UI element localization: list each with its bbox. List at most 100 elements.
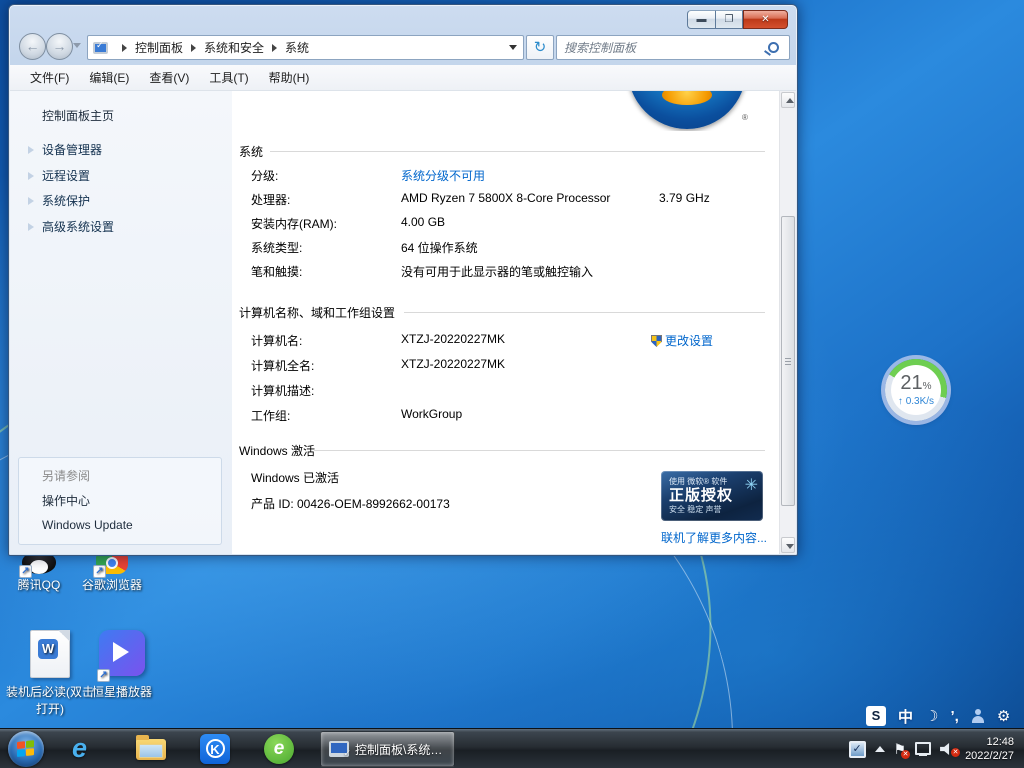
scroll-down-button[interactable] bbox=[781, 537, 795, 553]
badge-line3: 安全 稳定 声誉 bbox=[669, 504, 755, 515]
menu-file[interactable]: 文件(F) bbox=[20, 66, 79, 89]
desktop-icon-player[interactable]: ↗ 恒星播放器 bbox=[88, 630, 156, 700]
badge-line2: 正版授权 bbox=[669, 487, 755, 504]
section-divider bbox=[404, 312, 765, 313]
breadcrumb-separator-icon bbox=[191, 44, 196, 52]
genuine-software-badge[interactable]: 使用 微软® 软件 正版授权 安全 稳定 声誉 ✳ bbox=[661, 471, 763, 521]
task-bullet-icon bbox=[28, 223, 34, 231]
sidebar-item-system-protection[interactable]: 系统保护 bbox=[42, 192, 90, 209]
history-dropdown-icon[interactable] bbox=[73, 43, 81, 48]
breadcrumb-system-security[interactable]: 系统和安全 bbox=[204, 39, 264, 56]
row-label-description: 计算机描述: bbox=[251, 382, 314, 399]
sidebar-item-advanced-settings[interactable]: 高级系统设置 bbox=[42, 218, 114, 235]
search-icon[interactable] bbox=[768, 42, 779, 53]
taskbar-360-browser-icon[interactable]: e bbox=[264, 734, 294, 764]
task-bullet-icon bbox=[28, 146, 34, 154]
error-badge-icon: ✕ bbox=[901, 750, 910, 759]
system-window-icon bbox=[329, 741, 349, 757]
close-button[interactable]: ✕ bbox=[743, 10, 788, 29]
scroll-up-button[interactable] bbox=[781, 92, 795, 108]
breadcrumb-separator-icon bbox=[272, 44, 277, 52]
ime-punctuation-icon[interactable]: ’, bbox=[950, 708, 958, 725]
trademark-symbol: ® bbox=[742, 113, 748, 122]
processor-speed: 3.79 GHz bbox=[659, 191, 710, 205]
breadcrumb-control-panel[interactable]: 控制面板 bbox=[135, 39, 183, 56]
start-button[interactable] bbox=[8, 731, 44, 767]
taskbar-clock[interactable]: 12:48 2022/2/27 bbox=[965, 735, 1020, 763]
sidebar-item-control-panel-home[interactable]: 控制面板主页 bbox=[42, 107, 114, 124]
minimize-button[interactable]: ▬ bbox=[687, 10, 716, 29]
desktop: ↗ 腾讯QQ ↗ 谷歌浏览器 W 装机后必读(双击打开) ↗ 恒星播放器 21%… bbox=[0, 0, 1024, 768]
desktop-icon-readme[interactable]: W 装机后必读(双击打开) bbox=[6, 630, 94, 717]
menu-tools[interactable]: 工具(T) bbox=[199, 66, 258, 89]
section-divider bbox=[314, 450, 765, 451]
menu-edit[interactable]: 编辑(E) bbox=[79, 66, 139, 89]
taskbar-active-window-button[interactable]: 控制面板\系统和... bbox=[320, 731, 455, 767]
menu-view[interactable]: 查看(V) bbox=[139, 66, 199, 89]
sidebar-item-remote-settings[interactable]: 远程设置 bbox=[42, 167, 90, 184]
sidebar-item-device-manager[interactable]: 设备管理器 bbox=[42, 141, 102, 158]
active-window-title: 控制面板\系统和... bbox=[355, 741, 446, 758]
memory-percent: 21% bbox=[900, 374, 931, 396]
menu-bar: 文件(F) 编辑(E) 查看(V) 工具(T) 帮助(H) bbox=[10, 65, 796, 91]
row-label-full-name: 计算机全名: bbox=[251, 357, 314, 374]
learn-more-link[interactable]: 联机了解更多内容... bbox=[661, 529, 767, 546]
refresh-button[interactable]: ↻ bbox=[526, 35, 554, 60]
section-title-activation: Windows 激活 bbox=[239, 442, 315, 459]
breadcrumb-system[interactable]: 系统 bbox=[285, 39, 309, 56]
workgroup-value: WorkGroup bbox=[401, 407, 462, 421]
search-box[interactable]: 搜索控制面板 bbox=[556, 35, 790, 60]
ime-settings-gear-icon[interactable]: ⚙ bbox=[997, 707, 1010, 725]
row-label-processor: 处理器: bbox=[251, 191, 290, 208]
upload-speed: ↑ 0.3K/s bbox=[898, 396, 934, 407]
clock-date: 2022/2/27 bbox=[965, 749, 1014, 763]
vertical-scrollbar[interactable] bbox=[779, 91, 796, 554]
sidebar-item-action-center[interactable]: 操作中心 bbox=[42, 492, 90, 509]
ime-toolbar[interactable]: S 中 ☽ ’, ⚙ bbox=[866, 703, 1010, 729]
computer-name-value: XTZJ-20220227MK bbox=[401, 332, 505, 346]
change-settings-link[interactable]: 更改设置 bbox=[651, 332, 713, 349]
ime-account-icon[interactable] bbox=[971, 709, 985, 723]
row-label-pen-touch: 笔和触摸: bbox=[251, 263, 302, 280]
taskbar-k-app-icon[interactable]: K bbox=[200, 734, 230, 764]
up-arrow-icon: ↑ bbox=[898, 396, 903, 407]
task-bullet-icon bbox=[28, 172, 34, 180]
genuine-star-icon: ✳ bbox=[745, 475, 758, 495]
desktop-icon-label: 谷歌浏览器 bbox=[72, 576, 152, 593]
ime-fullwidth-moon-icon[interactable]: ☽ bbox=[925, 707, 938, 725]
forward-button[interactable]: → bbox=[46, 33, 73, 60]
sidebar-item-windows-update[interactable]: Windows Update bbox=[42, 518, 133, 532]
search-placeholder: 搜索控制面板 bbox=[557, 39, 768, 56]
clock-time: 12:48 bbox=[965, 735, 1014, 749]
ime-chinese-mode-icon[interactable]: 中 bbox=[898, 706, 913, 727]
desktop-icon-label: 恒星播放器 bbox=[88, 683, 156, 700]
menu-help[interactable]: 帮助(H) bbox=[259, 66, 320, 89]
volume-muted-icon[interactable]: ✕ bbox=[940, 742, 956, 756]
task-bullet-icon bbox=[28, 197, 34, 205]
show-hidden-icons-button[interactable] bbox=[875, 746, 885, 752]
ime-logo-icon[interactable]: S bbox=[866, 706, 886, 726]
scroll-thumb[interactable] bbox=[781, 216, 795, 506]
address-dropdown-icon[interactable] bbox=[509, 45, 517, 50]
section-title-system: 系统 bbox=[239, 143, 263, 160]
action-center-flag-icon[interactable]: ⚑✕ bbox=[894, 741, 907, 758]
back-button[interactable]: ← bbox=[19, 33, 46, 60]
taskbar-explorer-icon[interactable] bbox=[136, 734, 166, 764]
address-bar[interactable]: 控制面板 系统和安全 系统 bbox=[87, 35, 524, 60]
folder-icon bbox=[136, 739, 166, 760]
desktop-icon-qq[interactable]: ↗ 腾讯QQ bbox=[8, 552, 70, 593]
tray-app-icon[interactable] bbox=[849, 741, 866, 758]
network-icon[interactable] bbox=[915, 742, 931, 756]
row-label-workgroup: 工作组: bbox=[251, 407, 290, 424]
taskbar-ie-icon[interactable]: e bbox=[72, 734, 102, 764]
window-body: 控制面板主页 设备管理器 远程设置 系统保护 高级系统设置 另请参阅 操作中心 … bbox=[10, 91, 796, 554]
shortcut-arrow-icon: ↗ bbox=[19, 565, 32, 578]
speed-widget[interactable]: 21% ↑ 0.3K/s bbox=[885, 359, 947, 421]
desktop-icon-chrome[interactable]: ↗ 谷歌浏览器 bbox=[72, 552, 152, 593]
see-also-header: 另请参阅 bbox=[42, 467, 90, 484]
rating-unavailable-link[interactable]: 系统分级不可用 bbox=[401, 167, 485, 184]
maximize-button[interactable]: ❐ bbox=[716, 10, 743, 29]
system-tray: ⚑✕ ✕ 12:48 2022/2/27 bbox=[849, 729, 1021, 768]
document-icon: W bbox=[29, 630, 71, 680]
computer-icon bbox=[93, 42, 108, 54]
